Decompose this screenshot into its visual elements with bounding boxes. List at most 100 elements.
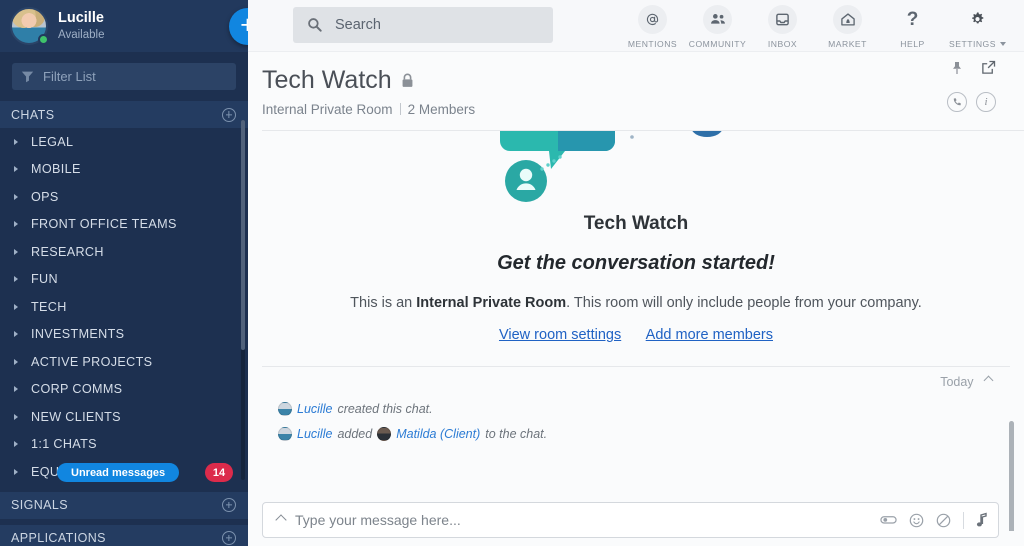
system-message-text: to the chat. xyxy=(485,427,548,441)
day-separator[interactable]: Today xyxy=(248,367,1024,391)
chevron-right-icon xyxy=(14,303,18,310)
room-members: 2 Members xyxy=(407,102,476,117)
actor-name-link[interactable]: Lucille xyxy=(297,427,332,441)
plus-circle-icon[interactable] xyxy=(222,531,236,545)
chat-list-item-label: 1:1 CHATS xyxy=(31,437,97,452)
gear-icon xyxy=(963,5,992,34)
nav-label: MENTIONS xyxy=(627,38,678,49)
chevron-right-icon xyxy=(14,386,18,393)
chat-list-item[interactable]: RESEARCH xyxy=(0,238,248,266)
plus-circle-icon[interactable] xyxy=(222,498,236,512)
section-header-signals[interactable]: SIGNALS xyxy=(0,491,248,519)
page-title: Tech Watch xyxy=(262,66,392,94)
chat-list: LEGAL MOBILE OPS FRONT OFFICE TEAMS RESEARCH… xyxy=(0,128,248,486)
chat-list-item-label: FUN xyxy=(31,272,58,287)
plus-circle-icon[interactable] xyxy=(222,107,236,122)
chevron-right-icon xyxy=(14,413,18,420)
search-icon xyxy=(308,18,322,32)
nav-settings-label: SETTINGS xyxy=(949,38,996,49)
chevron-right-icon xyxy=(14,221,18,228)
view-room-settings-link[interactable]: View room settings xyxy=(499,327,621,343)
chat-list-item[interactable]: FUN xyxy=(0,266,248,294)
empty-room-illustration xyxy=(248,131,1024,203)
sidebar: Lucille Available Filter List CHATS LEGA… xyxy=(0,0,248,546)
user-profile[interactable]: Lucille Available xyxy=(0,0,248,52)
nav-label: INBOX xyxy=(767,38,798,49)
plus-icon: + xyxy=(240,10,248,39)
actor-name-link[interactable]: Lucille xyxy=(297,402,332,416)
top-nav: MENTIONS COMMUNITY INBOX MARKET ? HELP S… xyxy=(620,3,1024,49)
home-icon xyxy=(833,4,862,34)
message-composer[interactable]: Type your message here... xyxy=(262,502,999,538)
pin-icon[interactable] xyxy=(951,61,963,75)
nav-settings[interactable]: SETTINGS xyxy=(945,3,1010,49)
chat-list-item[interactable]: ACTIVE PROJECTS xyxy=(0,348,248,376)
chat-list-item[interactable]: FRONT OFFICE TEAMS xyxy=(0,211,248,239)
welcome-block: Tech Watch Get the conversation started!… xyxy=(248,213,1024,344)
people-icon xyxy=(703,4,732,34)
note-music-icon[interactable] xyxy=(976,512,988,528)
add-more-members-link[interactable]: Add more members xyxy=(646,327,773,343)
chat-list-item[interactable]: CORP COMMS xyxy=(0,376,248,404)
info-icon[interactable]: i xyxy=(976,92,996,112)
top-toolbar: Search MENTIONS COMMUNITY INBOX MARKET ?… xyxy=(248,0,1024,52)
external-link-icon[interactable] xyxy=(981,60,996,75)
conversation-scrollbar[interactable] xyxy=(1009,421,1014,531)
section-header-applications[interactable]: APPLICATIONS xyxy=(0,524,248,546)
lock-icon xyxy=(402,73,413,87)
nav-label: MARKET xyxy=(828,38,867,49)
nav-label: COMMUNITY xyxy=(688,38,747,49)
welcome-links: View room settings Add more members xyxy=(248,326,1024,344)
chat-list-item[interactable]: NEW CLIENTS xyxy=(0,403,248,431)
chat-list-item[interactable]: 1:1 CHATS xyxy=(0,431,248,459)
header-actions-bottom: i xyxy=(947,92,996,112)
nav-label: HELP xyxy=(900,38,925,49)
search-placeholder: Search xyxy=(335,16,381,33)
profile-name: Lucille xyxy=(58,10,104,27)
chevron-right-icon xyxy=(14,331,18,338)
chat-list-item[interactable]: MOBILE xyxy=(0,156,248,184)
chevron-right-icon xyxy=(14,166,18,173)
system-message-text: created this chat. xyxy=(337,402,433,416)
nav-label: SETTINGS xyxy=(949,39,1006,49)
chat-list-item-label: TECH xyxy=(31,299,67,314)
filter-input[interactable]: Filter List xyxy=(12,63,236,90)
chevron-right-icon xyxy=(14,468,18,475)
chat-list-item-label: INVESTMENTS xyxy=(31,327,125,342)
nav-inbox[interactable]: INBOX xyxy=(750,3,815,49)
room-header: Tech Watch Internal Private Room 2 Member… xyxy=(248,52,1024,131)
phone-icon[interactable] xyxy=(947,92,967,112)
chevron-up-icon[interactable] xyxy=(275,514,287,526)
unread-messages-label: Unread messages xyxy=(71,466,166,479)
profile-status: Available xyxy=(58,28,105,41)
block-circle-slash-icon[interactable] xyxy=(936,513,951,528)
composer-icons xyxy=(880,511,988,529)
chevron-right-icon xyxy=(14,138,18,145)
attachment-icon[interactable] xyxy=(880,514,897,526)
chat-list-item-label: NEW CLIENTS xyxy=(31,409,121,424)
chat-list-item[interactable]: LEGAL xyxy=(0,128,248,156)
divider xyxy=(399,103,401,115)
sidebar-scrollbar-thumb[interactable] xyxy=(241,120,245,350)
matilda-avatar xyxy=(377,427,392,441)
unread-messages-pill[interactable]: Unread messages xyxy=(57,463,180,482)
nav-community[interactable]: COMMUNITY xyxy=(685,3,750,49)
welcome-title: Tech Watch xyxy=(583,213,689,234)
chat-list-item[interactable]: INVESTMENTS xyxy=(0,321,248,349)
system-message: Lucille created this chat. xyxy=(248,402,1024,416)
chevron-right-icon xyxy=(14,193,18,200)
target-name-link[interactable]: Matilda (Client) xyxy=(396,427,480,441)
chevron-up-icon xyxy=(983,375,994,386)
nav-mentions[interactable]: MENTIONS xyxy=(620,3,685,49)
search-input[interactable]: Search xyxy=(293,6,553,43)
nav-market[interactable]: MARKET xyxy=(815,3,880,49)
lucille-avatar xyxy=(278,427,292,441)
section-header-chats[interactable]: CHATS xyxy=(0,101,248,128)
day-label: Today xyxy=(940,375,974,389)
chat-list-item-label: LEGAL xyxy=(31,134,74,149)
emoji-smiley-icon[interactable] xyxy=(909,513,924,528)
welcome-desc-before: This is an xyxy=(350,295,417,311)
chat-list-item[interactable]: OPS xyxy=(0,183,248,211)
chat-list-item[interactable]: TECH xyxy=(0,293,248,321)
nav-help[interactable]: ? HELP xyxy=(880,3,945,49)
